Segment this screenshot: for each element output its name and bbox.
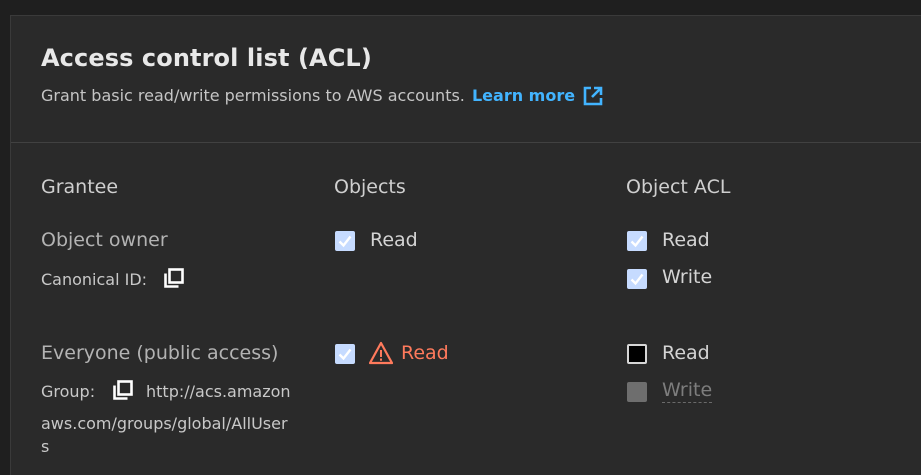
everyone-acl-read-label: Read bbox=[662, 342, 710, 364]
owner-acl-read-label: Read bbox=[662, 229, 710, 251]
objects-column-header: Objects bbox=[334, 176, 406, 198]
owner-objects-read-checkbox[interactable] bbox=[335, 231, 355, 251]
copy-icon[interactable] bbox=[164, 268, 184, 288]
everyone-acl-read-checkbox[interactable] bbox=[627, 344, 647, 364]
everyone-objects-read-checkbox[interactable] bbox=[335, 344, 355, 364]
external-link-icon[interactable] bbox=[582, 85, 604, 107]
acl-description: Grant basic read/write permissions to AW… bbox=[41, 86, 575, 105]
acl-header: Access control list (ACL) Grant basic re… bbox=[11, 16, 921, 143]
everyone-label: Everyone (public access) bbox=[41, 342, 279, 364]
object-owner-label: Object owner bbox=[41, 229, 168, 251]
acl-panel: Access control list (ACL) Grant basic re… bbox=[10, 15, 921, 475]
group-uri-line-1: http://acs.amazon bbox=[146, 382, 291, 401]
warning-icon bbox=[369, 341, 393, 365]
everyone-acl-write-checkbox bbox=[627, 382, 647, 402]
grantee-column-header: Grantee bbox=[41, 176, 119, 198]
group-label: Group: bbox=[41, 382, 96, 401]
copy-icon[interactable] bbox=[113, 380, 133, 400]
description-text: Grant basic read/write permissions to AW… bbox=[41, 86, 465, 105]
owner-objects-read-label: Read bbox=[370, 229, 418, 251]
group-uri-line-2: aws.com/groups/global/AllUser bbox=[41, 414, 288, 433]
learn-more-link[interactable]: Learn more bbox=[472, 86, 575, 105]
page-title: Access control list (ACL) bbox=[41, 44, 372, 72]
everyone-objects-read-label: Read bbox=[401, 342, 449, 364]
object-acl-column-header: Object ACL bbox=[626, 176, 731, 198]
owner-acl-read-checkbox[interactable] bbox=[627, 231, 647, 251]
owner-acl-write-label: Write bbox=[662, 266, 713, 288]
owner-acl-write-checkbox[interactable] bbox=[627, 269, 647, 289]
everyone-acl-write-label: Write bbox=[662, 379, 713, 403]
canonical-id-label: Canonical ID: bbox=[41, 270, 148, 289]
group-uri-line-3: s bbox=[41, 437, 50, 456]
